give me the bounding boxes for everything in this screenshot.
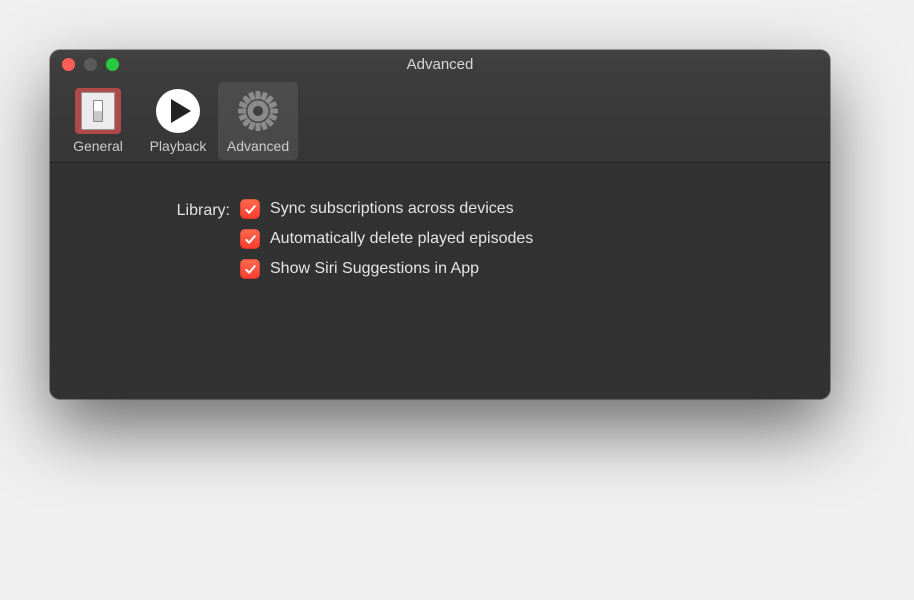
gear-icon xyxy=(233,86,283,136)
checkbox-auto-delete[interactable] xyxy=(240,229,260,249)
checkbox-sync-subscriptions[interactable] xyxy=(240,199,260,219)
tab-playback[interactable]: Playback xyxy=(138,82,218,160)
minimize-button[interactable] xyxy=(84,58,97,71)
play-icon xyxy=(153,86,203,136)
tab-playback-label: Playback xyxy=(150,138,207,154)
library-options: Sync subscriptions across devices Automa… xyxy=(240,199,533,279)
window-controls xyxy=(50,58,119,71)
option-auto-delete[interactable]: Automatically delete played episodes xyxy=(240,229,533,249)
preferences-window: Advanced General Playback xyxy=(50,50,830,399)
tab-general-label: General xyxy=(73,138,123,154)
tab-advanced-label: Advanced xyxy=(227,138,289,154)
tab-general[interactable]: General xyxy=(58,82,138,160)
option-siri-suggestions[interactable]: Show Siri Suggestions in App xyxy=(240,259,533,279)
window-title: Advanced xyxy=(50,56,830,73)
toolbar: General Playback xyxy=(50,78,830,163)
close-button[interactable] xyxy=(62,58,75,71)
checkmark-icon xyxy=(244,233,257,246)
tab-advanced[interactable]: Advanced xyxy=(218,82,298,160)
zoom-button[interactable] xyxy=(106,58,119,71)
checkmark-icon xyxy=(244,203,257,216)
checkmark-icon xyxy=(244,263,257,276)
general-icon xyxy=(73,86,123,136)
option-sync-subscriptions[interactable]: Sync subscriptions across devices xyxy=(240,199,533,219)
library-section-label: Library: xyxy=(90,199,240,220)
checkbox-siri-suggestions[interactable] xyxy=(240,259,260,279)
option-sync-subscriptions-label: Sync subscriptions across devices xyxy=(270,200,514,218)
option-siri-suggestions-label: Show Siri Suggestions in App xyxy=(270,260,479,278)
content-pane: Library: Sync subscriptions across devic… xyxy=(50,163,830,399)
option-auto-delete-label: Automatically delete played episodes xyxy=(270,230,533,248)
titlebar: Advanced xyxy=(50,50,830,78)
